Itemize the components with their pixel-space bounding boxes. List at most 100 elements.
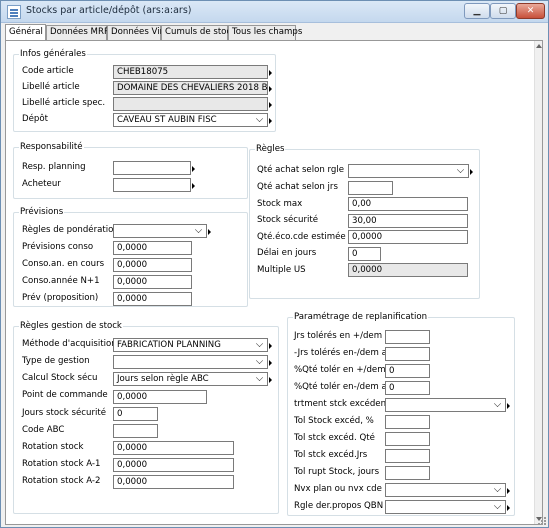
rotation-stock-a2-field[interactable]: 0,0000 <box>113 475 234 489</box>
tab-donnees-mrp[interactable]: Données MRP <box>46 25 109 40</box>
chevron-down-icon <box>255 356 264 365</box>
multiple-us-field[interactable]: 0,0000 <box>348 263 468 277</box>
qte-achat-jrs-label: Qté achat selon jrs <box>257 182 338 192</box>
conso-an-cours-label: Conso.an. en cours <box>22 259 105 269</box>
group-title: Paramétrage de replanification <box>293 312 429 322</box>
rotation-stock-a1-label: Rotation stock A-1 <box>22 459 101 469</box>
regles-ponderation-select[interactable] <box>113 224 207 238</box>
tol-stock-exced-pct-label: Tol Stock excéd, % <box>294 416 374 426</box>
resp-planning-field[interactable] <box>113 161 191 175</box>
chevron-down-icon <box>194 225 203 234</box>
tab-cumuls-de-stock[interactable]: Cumuls de stock <box>161 25 236 40</box>
close-button[interactable]: ✕ <box>516 3 545 19</box>
tol-stock-exced-pct-field[interactable] <box>385 415 430 429</box>
tab-general[interactable]: Général <box>5 24 46 40</box>
field-marker-icon <box>507 403 510 409</box>
delai-jours-field[interactable]: 0 <box>348 247 381 261</box>
pct-toler-plus-field[interactable]: 0 <box>385 364 430 378</box>
group-gestion-stock: Règles gestion de stock Méthode d'acquis… <box>13 321 279 514</box>
close-icon: ✕ <box>526 6 535 16</box>
tol-stck-exced-qte-field[interactable] <box>385 432 430 446</box>
qte-eco-cde-label: Qté.éco.cde estimée <box>257 232 346 242</box>
group-regles: Règles Qté achat selon rgle Qté achat se… <box>249 144 480 299</box>
delai-jours-label: Délai en jours <box>257 248 317 258</box>
code-abc-field[interactable] <box>113 424 158 438</box>
maximize-button[interactable]: ▢ <box>490 3 516 19</box>
methode-acquisition-select[interactable]: FABRICATION PLANNING <box>113 338 268 352</box>
tab-tous-les-champs[interactable]: Tous les champs <box>228 25 302 40</box>
jours-stock-securite-label: Jours stock sécurité <box>22 408 107 418</box>
type-gestion-select[interactable] <box>113 355 268 369</box>
tol-rupt-stock-label: Tol rupt Stock, jours <box>294 467 380 477</box>
calcul-stock-secu-select[interactable]: Jours selon règle ABC <box>113 372 268 386</box>
code-article-field[interactable]: CHEB18075 <box>113 65 268 79</box>
prev-proposition-field[interactable]: 0,0000 <box>113 292 192 306</box>
field-marker-icon <box>269 86 272 92</box>
libelle-spec-field[interactable] <box>113 97 268 111</box>
qte-achat-rgle-select[interactable] <box>348 164 469 178</box>
methode-acquisition-label: Méthode d'acquisition <box>22 339 117 349</box>
stock-securite-field[interactable]: 30,00 <box>348 214 468 228</box>
methode-acquisition-value: FABRICATION PLANNING <box>117 340 221 350</box>
field-marker-icon <box>192 183 195 189</box>
acheteur-field[interactable] <box>113 178 191 192</box>
tol-rupt-stock-field[interactable] <box>385 466 430 480</box>
resize-grip-icon[interactable] <box>536 515 547 526</box>
tol-stck-exced-jrs-label: Tol stck excéd.Jrs <box>294 450 368 460</box>
field-marker-icon <box>192 166 195 172</box>
depot-label: Dépôt <box>22 114 48 124</box>
field-marker-icon <box>269 360 272 366</box>
calcul-stock-secu-label: Calcul Stock sécu <box>22 373 98 383</box>
previsions-conso-field[interactable]: 0,0000 <box>113 241 192 255</box>
libelle-spec-label: Libellé article spec. <box>22 98 106 108</box>
rotation-stock-a1-field[interactable]: 0,0000 <box>113 458 234 472</box>
conso-annee-n1-field[interactable]: 0,0000 <box>113 275 192 289</box>
jrs-toleres-moins-field[interactable] <box>385 347 430 361</box>
group-responsabilite: Responsabilité Resp. planning Acheteur <box>13 142 248 199</box>
group-title: Responsabilité <box>19 142 84 152</box>
rgle-der-propos-select[interactable] <box>385 500 506 514</box>
scroll-up-icon[interactable] <box>536 44 542 48</box>
minimize-button[interactable]: ▁ <box>464 3 490 19</box>
point-commande-field[interactable]: 0,0000 <box>113 390 207 404</box>
group-previsions: Prévisions Règles de pondération Prévisi… <box>13 207 248 307</box>
stock-max-field[interactable]: 0,00 <box>348 197 468 211</box>
jrs-toleres-moins-label: -Jrs tolérés en-/dem ach. <box>294 348 400 358</box>
field-marker-icon <box>208 229 211 235</box>
conso-an-cours-field[interactable]: 0,0000 <box>113 258 192 272</box>
field-marker-icon <box>269 102 272 108</box>
tab-donnees-vin[interactable]: Données Vin <box>107 25 165 40</box>
libelle-article-field[interactable]: DOMAINE DES CHEVALIERS 2018 BT 0.75 <box>113 81 268 95</box>
previsions-conso-label: Prévisions conso <box>22 242 94 252</box>
chevron-down-icon <box>255 114 264 123</box>
stock-max-label: Stock max <box>257 199 303 209</box>
field-marker-icon <box>470 169 473 175</box>
window-title: Stocks par article/dépôt (ars:a:ars) <box>26 5 192 16</box>
trtment-stck-select[interactable] <box>385 398 506 412</box>
point-commande-label: Point de commande <box>22 390 108 400</box>
nvx-plan-select[interactable] <box>385 483 506 497</box>
rotation-stock-field[interactable]: 0,0000 <box>113 441 234 455</box>
type-gestion-label: Type de gestion <box>22 356 90 366</box>
field-marker-icon <box>269 377 272 383</box>
pct-toler-moins-label: %Qté tolér en-/dem ach <box>294 382 397 392</box>
jrs-toleres-plus-field[interactable] <box>385 330 430 344</box>
chevron-down-icon <box>255 339 264 348</box>
rgle-der-propos-label: Rgle der.propos QBN <box>294 501 384 511</box>
vertical-scrollbar[interactable] <box>534 41 542 524</box>
qte-eco-cde-field[interactable]: 0,0000 <box>348 230 468 244</box>
field-marker-icon <box>507 488 510 494</box>
jours-stock-securite-field[interactable]: 0 <box>113 407 158 421</box>
qte-achat-jrs-field[interactable] <box>348 181 393 195</box>
depot-select[interactable]: CAVEAU ST AUBIN FISC <box>113 113 268 127</box>
pct-toler-moins-field[interactable]: 0 <box>385 381 430 395</box>
group-replanification: Paramétrage de replanification Jrs tolér… <box>287 312 515 516</box>
regles-ponderation-label: Règles de pondération <box>22 225 119 235</box>
tab-panel-general: Infos générales Code article CHEB18075 L… <box>5 40 543 525</box>
field-marker-icon <box>269 343 272 349</box>
minimize-icon: ▁ <box>473 6 481 16</box>
group-title: Prévisions <box>19 207 65 217</box>
tol-stck-exced-jrs-field[interactable] <box>385 449 430 463</box>
chevron-down-icon <box>493 399 502 408</box>
depot-value: CAVEAU ST AUBIN FISC <box>117 115 217 125</box>
